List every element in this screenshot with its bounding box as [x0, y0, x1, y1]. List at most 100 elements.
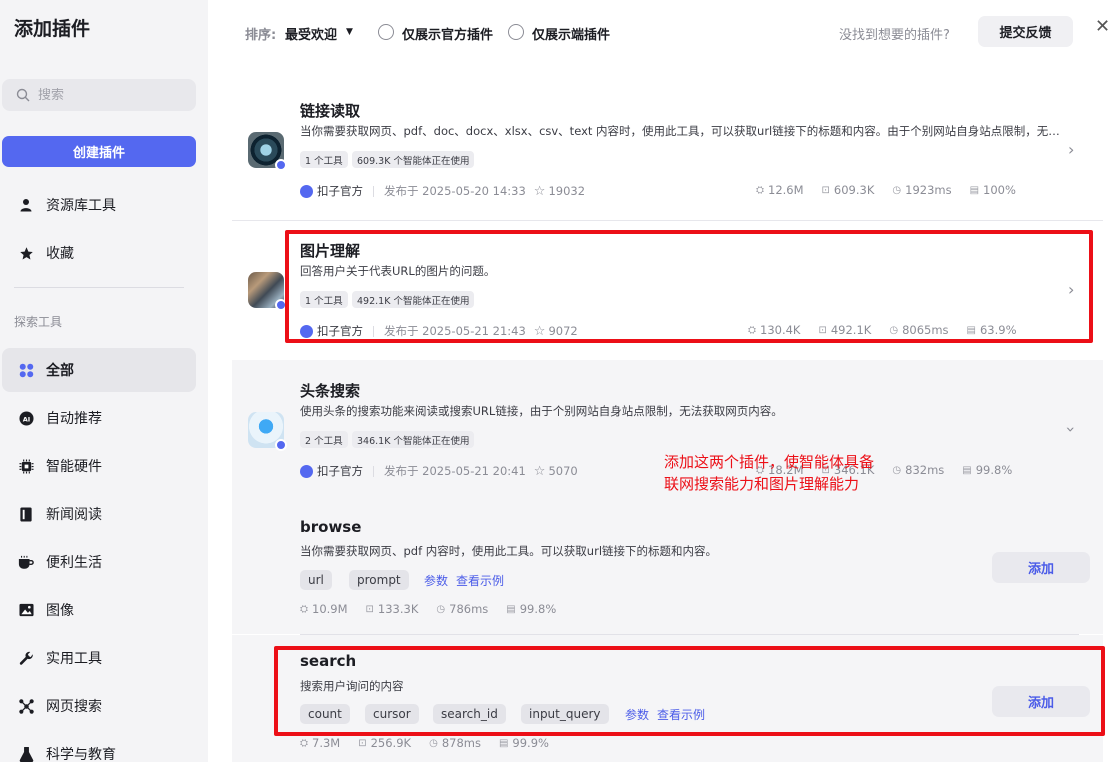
image-icon [18, 602, 34, 618]
plugin-description: 回答用户关于代表URL的图片的问题。 [300, 264, 496, 278]
search-input[interactable] [38, 87, 188, 103]
add-plugin-dialog: 添加插件 创建插件 资源库工具 收藏 探索工具 [0, 0, 1113, 762]
create-plugin-button[interactable]: 创建插件 [2, 136, 196, 167]
sidebar-item-all[interactable]: 全部 [2, 348, 196, 392]
author: 扣子官方 [317, 184, 363, 198]
endpoint-filter-label[interactable]: 仅展示端插件 [532, 24, 610, 43]
user-icon [18, 197, 34, 213]
call-count: 10.9M [312, 602, 348, 616]
tool-description: 当你需要获取网页、pdf 内容时，使用此工具。可以获取url链接下的标题和内容。 [300, 544, 718, 558]
avg-latency: 1923ms [905, 183, 952, 197]
call-count: 7.3M [312, 736, 341, 750]
sidebar-item-image[interactable]: 图像 [2, 588, 196, 632]
params-link[interactable]: 参数 [625, 706, 649, 723]
annotation-text: 添加这两个插件，使智能体具备 联网搜索能力和图片理解能力 [664, 451, 874, 495]
success-rate: 99.8% [975, 463, 1013, 477]
endpoint-filter-radio[interactable] [508, 24, 524, 40]
feedback-button[interactable]: 提交反馈 [978, 16, 1073, 47]
plugin-name: 链接读取 [300, 102, 361, 120]
sidebar-item-auto-recommend[interactable]: AI 自动推荐 [2, 396, 196, 440]
sidebar-item-smart-hardware[interactable]: 智能硬件 [2, 444, 196, 488]
param-tag: search_id [433, 704, 506, 724]
plugin-stats: ⛭ 130.4K ⊡ 492.1K ◷ 8065ms ▤ 63.9% [748, 323, 1017, 337]
publish-date: 发布于 2025-05-21 20:41 [384, 464, 526, 478]
clock-icon: ◷ [892, 184, 902, 196]
search-box[interactable] [2, 79, 196, 111]
cup-icon [18, 554, 34, 570]
sidebar-item-library-tools[interactable]: 资源库工具 [2, 183, 196, 227]
tool-count-badge: 2 个工具 [300, 431, 348, 448]
sidebar-item-favorites[interactable]: 收藏 [2, 231, 196, 275]
official-filter-radio[interactable] [378, 24, 394, 40]
ai-icon: AI [18, 410, 34, 426]
sort-dropdown[interactable]: 最受欢迎 [285, 24, 337, 43]
coze-logo-icon [300, 464, 313, 478]
success-rate: 99.9% [512, 736, 549, 750]
svg-text:AI: AI [22, 415, 30, 423]
calls-icon: ⛭ [756, 184, 764, 196]
author: 扣子官方 [317, 464, 363, 478]
sidebar-item-label: 图像 [46, 603, 74, 619]
calls-icon: ⛭ [300, 737, 308, 749]
tool-item-search: search 搜索用户询问的内容 count cursor search_id … [232, 635, 1103, 762]
chevron-down-icon[interactable]: › [1062, 426, 1081, 432]
bot-icon: ⊡ [818, 324, 827, 336]
usage-badge: 609.3K 个智能体正在使用 [352, 151, 475, 168]
plugin-avatar [248, 272, 287, 311]
param-tag: prompt [349, 570, 409, 590]
success-rate-icon: ▤ [498, 737, 509, 749]
book-icon [18, 506, 34, 522]
tool-name: browse [300, 518, 362, 536]
plugin-card-image-understanding[interactable]: 图片理解 回答用户关于代表URL的图片的问题。 1 个工具 492.1K 个智能… [232, 220, 1103, 360]
success-rate: 100% [983, 183, 1016, 197]
bot-icon: ⊡ [358, 737, 367, 749]
bot-count: 609.3K [833, 183, 875, 197]
star-count: 19032 [548, 184, 586, 198]
close-icon[interactable]: ✕ [1095, 16, 1110, 37]
success-rate: 99.8% [519, 602, 557, 616]
bot-count: 492.1K [830, 323, 872, 337]
view-example-link[interactable]: 查看示例 [456, 572, 504, 589]
add-browse-button[interactable]: 添加 [992, 552, 1090, 583]
sidebar-item-web-search[interactable]: 网页搜索 [2, 684, 196, 728]
sidebar-item-label: 自动推荐 [46, 411, 102, 427]
param-tag: url [300, 570, 332, 590]
clock-icon: ◷ [436, 603, 446, 615]
section-title: 探索工具 [14, 315, 63, 329]
caret-down-icon[interactable]: ▼ [346, 27, 353, 37]
sidebar-item-science[interactable]: 科学与教育 [2, 732, 196, 762]
bot-icon: ⊡ [365, 603, 374, 615]
plugin-avatar [248, 132, 287, 171]
params-link[interactable]: 参数 [424, 572, 448, 589]
sort-label: 排序: [245, 28, 277, 43]
flask-icon [18, 746, 34, 762]
add-search-button[interactable]: 添加 [992, 686, 1090, 717]
plugin-card-link-reader[interactable]: 链接读取 当你需要获取网页、pdf、doc、docx、xlsx、csv、text… [232, 80, 1103, 220]
chevron-right-icon[interactable]: › [1068, 140, 1074, 159]
sidebar-item-label: 网页搜索 [46, 699, 102, 715]
tool-stats: ⛭ 10.9M ⊡ 133.3K ◷ 786ms ▤ 99.8% [300, 602, 556, 616]
network-icon [18, 698, 34, 714]
plugin-meta: 扣子官方 发布于 2025-05-21 20:41 ☆ 5070 [300, 463, 578, 479]
coze-logo-icon [300, 324, 313, 338]
official-badge-icon [275, 439, 287, 451]
clock-icon: ◷ [892, 464, 902, 476]
bot-count: 256.9K [370, 736, 412, 750]
avg-latency: 878ms [441, 736, 481, 750]
clock-icon: ◷ [429, 737, 438, 749]
sidebar-item-utilities[interactable]: 实用工具 [2, 636, 196, 680]
usage-badge: 492.1K 个智能体正在使用 [352, 291, 475, 308]
search-icon [16, 88, 30, 102]
sidebar-item-life[interactable]: 便利生活 [2, 540, 196, 584]
view-example-link[interactable]: 查看示例 [657, 706, 705, 723]
sidebar-item-label: 资源库工具 [46, 198, 116, 214]
star-icon [18, 245, 34, 261]
plugin-avatar [248, 412, 287, 451]
success-rate-icon: ▤ [962, 464, 972, 476]
sidebar-item-news[interactable]: 新闻阅读 [2, 492, 196, 536]
sidebar-item-label: 便利生活 [46, 555, 102, 571]
param-tag: cursor [365, 704, 419, 724]
calls-icon: ⛭ [300, 603, 308, 615]
official-filter-label[interactable]: 仅展示官方插件 [402, 24, 493, 43]
chevron-right-icon[interactable]: › [1068, 280, 1074, 299]
